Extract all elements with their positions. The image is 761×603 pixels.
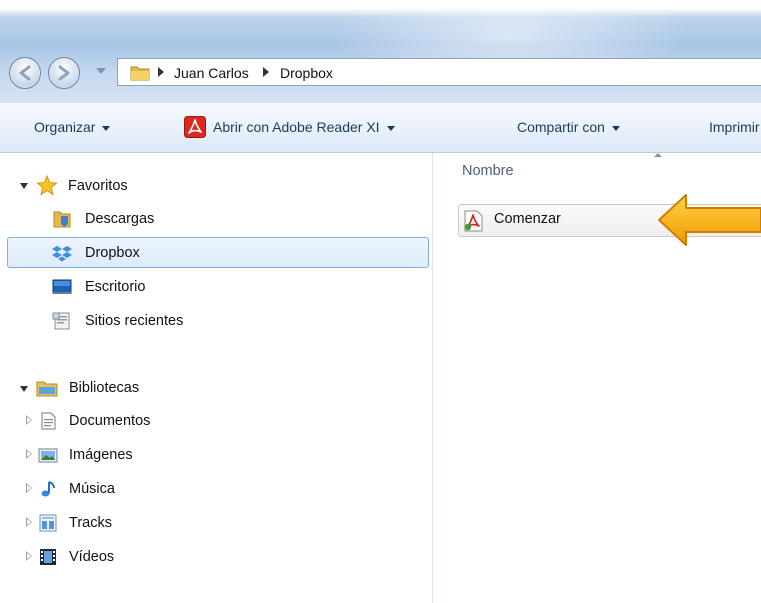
nav-item-label: Dropbox <box>85 245 140 261</box>
nav-item-dropbox[interactable]: Dropbox <box>52 240 252 266</box>
nav-item-label: Descargas <box>85 211 155 227</box>
chevron-down-icon <box>386 125 395 131</box>
nav-item-tracks[interactable]: Tracks <box>36 510 236 536</box>
breadcrumb-juan-carlos[interactable]: Juan Carlos <box>174 65 249 81</box>
collapse-arrow-icon[interactable] <box>20 386 28 392</box>
nav-item-musica[interactable]: Música <box>36 476 236 502</box>
nav-item-documentos[interactable]: Documentos <box>36 408 236 434</box>
command-bar: Organizar Abrir con Adobe Reader XI Comp… <box>0 103 761 153</box>
dropbox-icon <box>52 246 72 262</box>
file-name: Comenzar <box>494 211 561 227</box>
expand-arrow-icon[interactable] <box>26 483 32 493</box>
forward-arrow-icon <box>58 65 70 81</box>
print-label: Imprimir <box>709 119 760 135</box>
downloads-folder-icon <box>53 211 71 228</box>
tracks-library-icon <box>39 514 57 532</box>
expand-arrow-icon[interactable] <box>26 415 32 425</box>
nav-libraries[interactable]: Bibliotecas <box>36 375 236 401</box>
nav-libraries-label: Bibliotecas <box>69 380 140 396</box>
expand-arrow-icon[interactable] <box>26 449 32 459</box>
nav-favorites-label: Favoritos <box>68 178 128 194</box>
breadcrumb-separator-icon[interactable] <box>158 67 164 77</box>
music-icon <box>41 481 55 497</box>
breadcrumb-dropbox[interactable]: Dropbox <box>280 65 333 81</box>
nav-item-label: Imágenes <box>69 447 133 463</box>
star-icon <box>36 175 58 196</box>
nav-item-label: Música <box>69 481 115 497</box>
share-label: Compartir con <box>517 119 605 135</box>
recent-places-icon <box>52 312 70 330</box>
share-menu[interactable]: Compartir con <box>517 119 620 135</box>
open-with-adobe-button[interactable]: Abrir con Adobe Reader XI <box>213 119 395 135</box>
forward-button[interactable] <box>48 57 80 89</box>
documents-icon <box>41 412 56 430</box>
open-with-label: Abrir con Adobe Reader XI <box>213 119 380 135</box>
nav-favorites[interactable]: Favoritos <box>36 173 236 199</box>
nav-item-label: Documentos <box>69 413 151 429</box>
sort-ascending-icon <box>654 153 662 157</box>
libraries-icon <box>36 381 58 397</box>
chevron-down-icon <box>611 125 620 131</box>
nav-item-descargas[interactable]: Descargas <box>52 206 252 232</box>
organize-label: Organizar <box>34 119 96 135</box>
nav-item-sitios-recientes[interactable]: Sitios recientes <box>52 308 272 334</box>
column-header-name[interactable]: Nombre <box>462 163 514 179</box>
callout-arrow-icon <box>658 194 761 246</box>
nav-item-label: Sitios recientes <box>85 313 184 329</box>
expand-arrow-icon[interactable] <box>26 551 32 561</box>
folder-icon <box>130 66 150 81</box>
adobe-reader-icon <box>184 116 206 138</box>
nav-item-videos[interactable]: Vídeos <box>36 544 236 570</box>
back-arrow-icon <box>19 65 31 81</box>
nav-item-imagenes[interactable]: Imágenes <box>36 442 236 468</box>
window-title-area: Juan Carlos Dropbox <box>0 0 761 103</box>
nav-item-label: Escritorio <box>85 279 146 295</box>
expand-arrow-icon[interactable] <box>26 517 32 527</box>
back-button[interactable] <box>9 57 41 89</box>
nav-item-label: Vídeos <box>69 549 115 565</box>
chevron-down-icon <box>102 125 111 131</box>
collapse-arrow-icon[interactable] <box>20 183 28 189</box>
print-button[interactable]: Imprimir <box>709 119 760 135</box>
address-bar[interactable]: Juan Carlos Dropbox <box>117 58 761 86</box>
recent-pages-dropdown[interactable] <box>96 68 106 74</box>
desktop-icon <box>52 279 72 294</box>
pictures-icon <box>38 448 58 463</box>
breadcrumb-separator-icon[interactable] <box>263 67 269 77</box>
nav-item-label: Tracks <box>69 515 112 531</box>
videos-icon <box>40 549 56 565</box>
pdf-file-icon <box>464 210 483 232</box>
nav-item-escritorio[interactable]: Escritorio <box>52 274 252 300</box>
organize-menu[interactable]: Organizar <box>34 119 111 135</box>
